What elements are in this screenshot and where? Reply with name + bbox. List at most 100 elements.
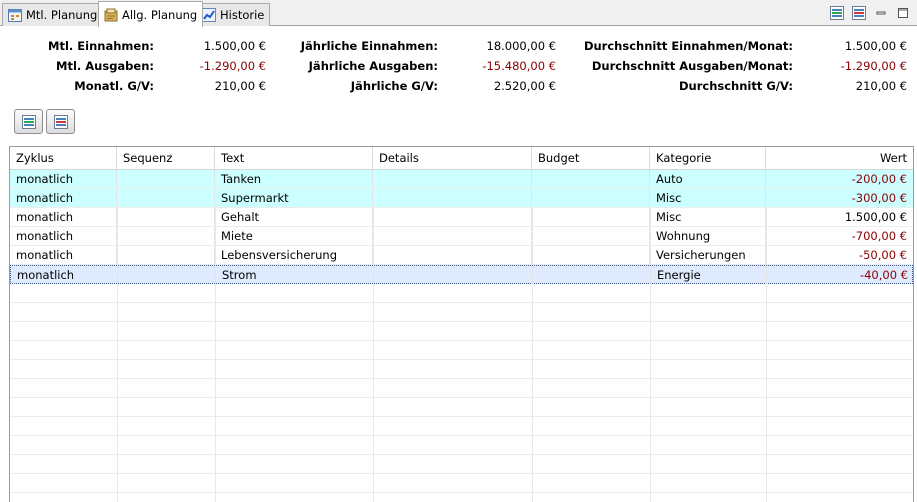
avg-expense-label: Durchschnitt Ausgaben/Monat: <box>591 59 793 73</box>
tab-mtl-planung[interactable]: Mtl. Planung <box>2 3 104 26</box>
table-row[interactable]: monatlich Gehalt Misc 1.500,00 € <box>10 208 913 227</box>
add-row-button[interactable] <box>14 109 43 134</box>
cell-details[interactable] <box>374 266 533 284</box>
column-header-text[interactable]: Text <box>215 147 373 169</box>
cell-text[interactable]: Strom <box>216 266 374 284</box>
cell-details[interactable] <box>373 208 532 226</box>
table-row[interactable]: monatlich Supermarkt Misc -300,00 € <box>10 189 913 208</box>
table-row[interactable] <box>10 455 913 474</box>
cell-wert[interactable]: -40,00 € <box>767 266 913 284</box>
table-row[interactable] <box>10 398 913 417</box>
column-header-budget[interactable]: Budget <box>532 147 650 169</box>
cell-wert[interactable]: -50,00 € <box>766 246 913 264</box>
cell-sequenz[interactable] <box>117 189 215 207</box>
cell-details[interactable] <box>373 170 532 188</box>
monthly-expense-label: Mtl. Ausgaben: <box>56 59 154 73</box>
cell-budget[interactable] <box>532 189 650 207</box>
table-row[interactable] <box>10 436 913 455</box>
minimize-icon[interactable] <box>873 5 889 21</box>
avg-pl-value: 210,00 € <box>855 79 907 93</box>
table-row[interactable]: monatlich Tanken Auto -200,00 € <box>10 170 913 189</box>
cell-kategorie[interactable]: Wohnung <box>650 227 766 245</box>
cell-zyklus[interactable]: monatlich <box>10 170 117 188</box>
view-toolbar <box>829 5 911 21</box>
table-row[interactable] <box>10 360 913 379</box>
tab-historie[interactable]: Historie <box>196 3 271 26</box>
table-header: Zyklus Sequenz Text Details Budget Kateg… <box>10 147 913 170</box>
column-header-kategorie[interactable]: Kategorie <box>650 147 766 169</box>
cell-details[interactable] <box>373 189 532 207</box>
cell-kategorie[interactable]: Versicherungen <box>650 246 766 264</box>
cell-budget[interactable] <box>533 266 651 284</box>
cell-sequenz[interactable] <box>117 208 215 226</box>
cell-kategorie[interactable]: Energie <box>651 266 767 284</box>
remove-rows-icon[interactable] <box>851 5 867 21</box>
table-row[interactable] <box>10 303 913 322</box>
cell-zyklus[interactable]: monatlich <box>10 208 117 226</box>
cell-zyklus[interactable]: monatlich <box>10 246 117 264</box>
tab-label: Allg. Planung <box>122 7 198 22</box>
cell-details[interactable] <box>373 246 532 264</box>
table-row[interactable] <box>10 474 913 493</box>
table-row[interactable] <box>10 322 913 341</box>
cell-wert[interactable]: -200,00 € <box>766 170 913 188</box>
cell-details[interactable] <box>373 227 532 245</box>
table-row[interactable]: monatlich Lebensversicherung Versicherunge… <box>10 246 913 265</box>
monthly-pl-label: Monatl. G/V: <box>74 79 154 93</box>
column-header-zyklus[interactable]: Zyklus <box>10 147 117 169</box>
add-rows-icon[interactable] <box>829 5 845 21</box>
table-row[interactable] <box>10 379 913 398</box>
tab-bar: Mtl. Planung Allg. Planung Historie <box>0 0 917 27</box>
cell-zyklus[interactable]: monatlich <box>10 227 117 245</box>
cell-text[interactable]: Miete <box>215 227 373 245</box>
monthly-income-label: Mtl. Einnahmen: <box>48 39 154 53</box>
cell-text[interactable]: Tanken <box>215 170 373 188</box>
column-header-sequenz[interactable]: Sequenz <box>117 147 215 169</box>
cell-wert[interactable]: -300,00 € <box>766 189 913 207</box>
table-row[interactable]: monatlich Strom Energie -40,00 € <box>10 265 913 284</box>
cell-text[interactable]: Lebensversicherung <box>215 246 373 264</box>
tab-label: Mtl. Planung <box>26 8 98 22</box>
cell-budget[interactable] <box>532 208 650 226</box>
yearly-expense-value: -15.480,00 € <box>482 59 556 73</box>
add-row-icon <box>21 114 36 129</box>
table-row[interactable] <box>10 417 913 436</box>
monthly-income-value: 1.500,00 € <box>203 39 266 53</box>
table-row[interactable]: monatlich Miete Wohnung -700,00 € <box>10 227 913 246</box>
cell-budget[interactable] <box>532 227 650 245</box>
cell-budget[interactable] <box>532 170 650 188</box>
maximize-icon[interactable] <box>895 5 911 21</box>
yearly-pl-value: 2.520,00 € <box>493 79 556 93</box>
tab-label: Historie <box>220 8 265 22</box>
column-header-details[interactable]: Details <box>373 147 532 169</box>
cell-zyklus[interactable]: monatlich <box>10 189 117 207</box>
cell-kategorie[interactable]: Misc <box>650 189 766 207</box>
cell-wert[interactable]: -700,00 € <box>766 227 913 245</box>
avg-income-label: Durchschnitt Einnahmen/Monat: <box>583 39 793 53</box>
table-row[interactable] <box>10 341 913 360</box>
cell-text[interactable]: Gehalt <box>215 208 373 226</box>
cell-sequenz[interactable] <box>117 246 215 264</box>
cell-budget[interactable] <box>532 246 650 264</box>
yearly-income-label: Jährliche Einnahmen: <box>300 39 438 53</box>
cell-text[interactable]: Supermarkt <box>215 189 373 207</box>
cell-sequenz[interactable] <box>117 170 215 188</box>
cell-sequenz[interactable] <box>117 227 215 245</box>
cell-sequenz[interactable] <box>118 266 216 284</box>
delete-row-button[interactable] <box>46 109 75 134</box>
yearly-pl-label: Jährliche G/V: <box>350 79 438 93</box>
table-row[interactable] <box>10 284 913 303</box>
cell-zyklus[interactable]: monatlich <box>11 266 118 284</box>
avg-income-value: 1.500,00 € <box>844 39 907 53</box>
column-header-wert[interactable]: Wert <box>766 147 913 169</box>
monthly-pl-value: 210,00 € <box>214 79 266 93</box>
cell-kategorie[interactable]: Auto <box>650 170 766 188</box>
monthly-expense-value: -1.290,00 € <box>199 59 266 73</box>
chart-icon <box>202 8 216 22</box>
planning-table[interactable]: Zyklus Sequenz Text Details Budget Kateg… <box>9 146 914 502</box>
cell-kategorie[interactable]: Misc <box>650 208 766 226</box>
cell-wert[interactable]: 1.500,00 € <box>766 208 913 226</box>
planning-icon <box>104 8 118 21</box>
avg-pl-label: Durchschnitt G/V: <box>678 79 793 93</box>
tab-allg-planung[interactable]: Allg. Planung <box>98 1 204 27</box>
